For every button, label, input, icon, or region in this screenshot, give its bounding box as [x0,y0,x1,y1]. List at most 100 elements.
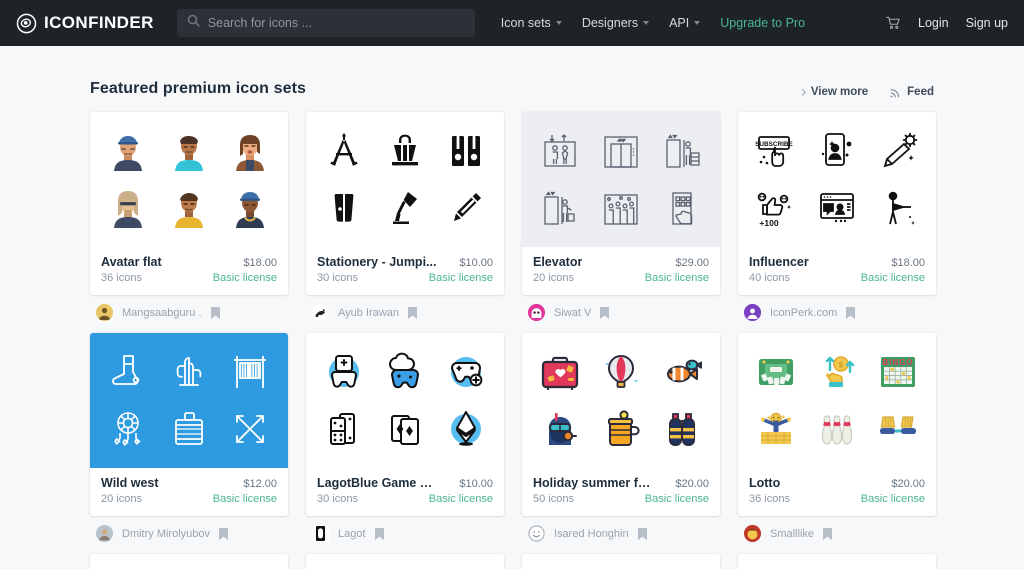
icon-set-author-row: Dmitry Mirolyubov [90,516,288,542]
icon-set-card-partial[interactable] [90,554,288,569]
icon-set-license: Basic license [644,272,709,284]
search-icon [187,14,200,32]
signup-link[interactable]: Sign up [966,16,1008,30]
search-input[interactable] [207,16,465,30]
bookmark-icon[interactable] [374,527,384,540]
icon-set-author-name[interactable]: Dmitry Mirolyubov [122,528,210,540]
user-nav: Login Sign up [886,16,1008,30]
icon-set-author-name[interactable]: Smalllike [770,528,814,540]
icon-set-card-elevator[interactable]: Elevator $29.00 20 icons Basic license [522,112,720,295]
avatar[interactable] [312,525,329,542]
icon-set-author-row: IconPerk.com [738,295,936,321]
icon-set-thumbnail[interactable] [306,333,504,468]
icon-set-card-avatar-flat[interactable]: Avatar flat $18.00 36 icons Basic licens… [90,112,288,295]
icon-set-thumbnail[interactable] [522,333,720,468]
bookmark-icon[interactable] [210,306,220,319]
icon-set-author-name[interactable]: Ayub Irawan [338,307,399,319]
icon-set-license: Basic license [860,493,925,505]
icon-set-card-partial[interactable] [522,554,720,569]
nav-item-label: API [669,16,690,30]
icon-set-meta: Holiday summer fil... $20.00 50 icons Ba… [522,468,720,516]
icon-set-count: 36 icons [749,493,790,505]
nav-item-icon-sets[interactable]: Icon sets [501,16,562,30]
icon-set-card-lotto[interactable]: $ BINGO Lotto $20.00 36 icons Basic lice… [738,333,936,516]
icon-set-author-name[interactable]: IconPerk.com [770,307,837,319]
avatar[interactable] [312,304,329,321]
icon-set-price: $18.00 [891,257,925,269]
nav-item-designers[interactable]: Designers [582,16,650,30]
search-box[interactable] [176,9,475,37]
icon-set-card-holiday-summer[interactable]: Holiday summer fil... $20.00 50 icons Ba… [522,333,720,516]
elevator-crowd-icon [604,194,638,225]
icon-set-author-name[interactable]: Lagot [338,528,366,540]
icon-set-thumbnail[interactable] [306,112,504,247]
bookmark-icon[interactable] [600,306,610,319]
page-content: Featured premium icon sets View more Fee… [0,46,1024,569]
icon-set-thumbnail[interactable] [90,112,288,247]
login-link[interactable]: Login [918,16,949,30]
elevator-restroom-icon [544,134,576,167]
bookmark-icon[interactable] [846,306,856,319]
nav-item-api[interactable]: API [669,16,701,30]
pencil-gear-icon [883,132,917,168]
icon-set-grid-row-1: Avatar flat $18.00 36 icons Basic licens… [90,112,936,321]
bookmark-icon[interactable] [823,527,833,540]
icon-set-card-partial[interactable] [306,554,504,569]
coin-hand-icon: $ [825,355,855,387]
avatar[interactable] [96,304,113,321]
shopping-cart-icon[interactable] [886,16,901,30]
icon-set-thumbnail[interactable]: $ BINGO [738,333,936,468]
avatar[interactable] [96,525,113,542]
icon-set-card-stationery[interactable]: Stationery - Jumpi... $10.00 30 icons Ba… [306,112,504,295]
icon-set-license: Basic license [212,493,277,505]
icon-set-author-name[interactable]: Isared Honghin [554,528,629,540]
icon-set-author-name[interactable]: Mangsaabguru . [122,307,202,319]
icon-set-count: 30 icons [317,272,358,284]
section-header: Featured premium icon sets View more Fee… [90,46,934,112]
bingo-card-icon: BINGO [880,356,915,387]
avatar[interactable] [744,304,761,321]
icon-set-thumbnail[interactable] [522,112,720,247]
cowboy-boot-icon [112,354,140,385]
bowling-pins-icon [821,415,853,445]
brand-logo[interactable]: ICONFINDER [16,13,154,34]
gamepad-add-icon [450,356,483,387]
saloon-doors-icon [233,355,266,388]
view-more-button[interactable]: View more [798,86,868,98]
pencil-sharpener-icon [334,194,354,223]
icon-set-price: $12.00 [243,478,277,490]
icon-set-card-partial[interactable] [738,554,936,569]
suitcase-icon [542,356,579,390]
icon-set-thumbnail[interactable] [90,333,288,468]
clownfish-icon [666,359,702,383]
hot-air-balloon-icon [604,354,639,388]
dreamcatcher-icon [114,412,141,447]
elevator-doors-icon [604,136,638,168]
bookmark-icon[interactable] [219,527,229,540]
canteen-icon [175,412,203,446]
icon-set-author-row: Smalllike [738,516,936,542]
feed-label: Feed [907,86,934,98]
icon-set-cell: LagotBlue Game a... $10.00 30 icons Basi… [306,333,504,542]
svg-text:$: $ [839,360,844,369]
bookmark-icon[interactable] [637,527,647,540]
icon-set-author-name[interactable]: Siwat V [554,307,591,319]
icon-set-card-influencer[interactable]: SUBSCRIBE +100 Influencer $18.00 40 icon… [738,112,936,295]
bookmark-icon[interactable] [407,306,417,319]
avatar[interactable] [528,525,545,542]
icon-set-thumbnail[interactable]: SUBSCRIBE +100 [738,112,936,247]
icon-set-count: 20 icons [101,493,142,505]
elevator-person-icon [544,191,575,225]
nav-item-upgrade-to-pro[interactable]: Upgrade to Pro [720,16,805,30]
icon-set-meta: Wild west $12.00 20 icons Basic license [90,468,288,516]
pen-icon [453,193,481,222]
icon-set-name: Elevator [533,255,583,269]
avatar[interactable] [744,525,761,542]
feed-button[interactable]: Feed [890,86,934,98]
icon-set-card-lagotblue[interactable]: LagotBlue Game a... $10.00 30 icons Basi… [306,333,504,516]
icon-set-card-wild-west[interactable]: Wild west $12.00 20 icons Basic license [90,333,288,516]
rss-feed-icon [890,87,901,98]
thumbs-up-plus-100-icon: +100 [758,192,792,228]
person-presenting-icon [888,191,915,225]
avatar[interactable] [528,304,545,321]
